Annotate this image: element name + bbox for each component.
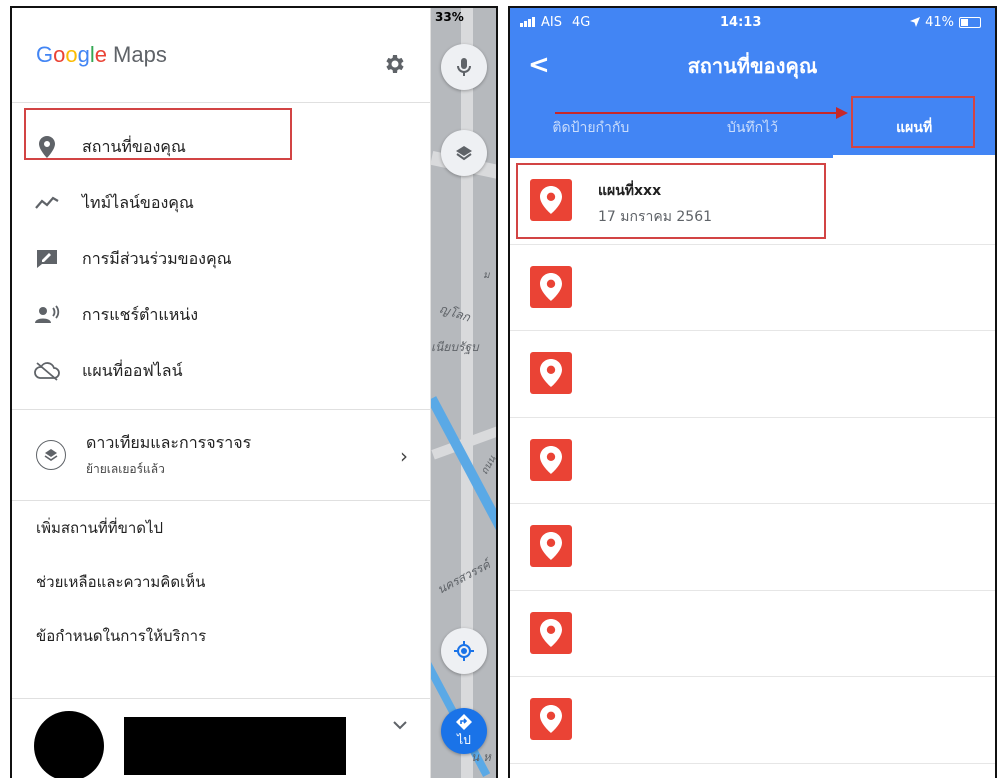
left-screenshot: 33% ญโลก เนียบรัฐบ นครสวรรค์ ม ถนน น ห ไ… — [10, 6, 498, 778]
navigation-drawer: GoogleMaps สถานที่ของคุณ ไทม์ไลน์ของคุณ — [12, 8, 431, 778]
tab-saved[interactable]: บันทึกไว้ — [672, 98, 834, 158]
menu-item-your-contributions[interactable]: การมีส่วนร่วมของคุณ — [12, 231, 430, 287]
directions-icon — [456, 713, 472, 730]
satellite-traffic-row[interactable]: ดาวเทียมและการจราจร ย้ายเลเยอร์แล้ว › — [12, 409, 430, 501]
battery-percent: 41% — [925, 14, 954, 30]
voice-search-button[interactable] — [441, 44, 487, 90]
map-label: เนียบรัฐบ — [431, 340, 479, 354]
chevron-right-icon: › — [400, 444, 408, 468]
my-location-icon — [454, 641, 474, 661]
annotation-arrow — [555, 112, 840, 114]
google-maps-logo: Google Maps — [36, 42, 167, 67]
go-label: ไป — [457, 732, 471, 747]
link-add-missing-place[interactable]: เพิ่มสถานที่ที่ขาดไป — [12, 501, 430, 555]
contributions-icon — [34, 246, 60, 272]
carrier-info: AIS 4G — [520, 15, 590, 30]
tab-labeled[interactable]: ติดป้ายกำกับ — [510, 98, 672, 158]
list-item[interactable] — [510, 245, 995, 331]
map-label: ถนน — [479, 454, 498, 477]
location-arrow-icon — [910, 17, 921, 27]
menu-item-label: การมีส่วนร่วมของคุณ — [82, 248, 232, 268]
battery-status: 41% — [910, 15, 981, 30]
link-help-feedback[interactable]: ช่วยเหลือและความคิดเห็น — [12, 555, 430, 609]
signal-bars-icon — [520, 17, 535, 27]
layers-circle-icon — [36, 440, 66, 470]
highlight-box-maps-tab — [851, 96, 975, 148]
map-pin-icon — [530, 352, 572, 394]
menu-item-your-timeline[interactable]: ไทม์ไลน์ของคุณ — [12, 175, 430, 231]
battery-icon — [959, 16, 981, 28]
account-footer — [12, 698, 431, 778]
map-background[interactable]: 33% ญโลก เนียบรัฐบ นครสวรรค์ ม ถนน น ห ไ… — [431, 8, 498, 778]
avatar[interactable] — [34, 711, 104, 778]
list-item[interactable] — [510, 418, 995, 504]
timeline-icon — [34, 190, 60, 216]
status-bar: AIS 4G 14:13 41% — [510, 8, 995, 36]
annotation-arrowhead — [836, 107, 848, 119]
network-type: 4G — [571, 14, 591, 30]
drawer-header: Google Maps — [12, 8, 430, 103]
layer-title: ดาวเทียมและการจราจร — [86, 433, 252, 452]
gear-icon — [386, 55, 404, 73]
app-bar: AIS 4G 14:13 41% < สถานที่ของคุณ ติดป้าย… — [510, 8, 995, 158]
list-item[interactable] — [510, 504, 995, 591]
account-switcher-button[interactable] — [393, 715, 407, 734]
map-pin-icon — [530, 265, 572, 308]
directions-go-button[interactable]: ไป — [441, 708, 487, 754]
map-pin-icon — [530, 438, 572, 481]
map-pin-icon — [530, 698, 572, 740]
list-item[interactable] — [510, 331, 995, 418]
map-pin-icon — [530, 525, 572, 567]
list-item[interactable] — [510, 591, 995, 677]
right-screenshot: AIS 4G 14:13 41% < สถานที่ของคุณ ติดป้าย… — [508, 6, 997, 778]
account-name-redacted — [124, 717, 346, 775]
location-sharing-icon — [34, 302, 60, 328]
menu-item-location-sharing[interactable]: การแชร์ตำแหน่ง — [12, 287, 430, 343]
back-button[interactable]: < — [528, 50, 550, 80]
status-battery-text: 33% — [435, 10, 464, 24]
layer-subtitle: ย้ายเลเยอร์แล้ว — [86, 462, 165, 476]
my-location-button[interactable] — [441, 628, 487, 674]
menu-item-label: การแชร์ตำแหน่ง — [82, 304, 199, 324]
title-bar: < สถานที่ของคุณ — [510, 36, 995, 96]
highlight-box-map-item — [516, 163, 826, 239]
layers-button[interactable] — [441, 130, 487, 176]
map-label: ม — [483, 270, 490, 281]
page-title: สถานที่ของคุณ — [687, 54, 818, 78]
offline-cloud-icon — [34, 358, 60, 384]
settings-button[interactable] — [382, 52, 406, 76]
link-terms-of-service[interactable]: ข้อกำหนดในการให้บริการ — [12, 609, 430, 663]
menu-item-label: ไทม์ไลน์ของคุณ — [82, 192, 194, 212]
menu-item-label: แผนที่ออฟไลน์ — [82, 360, 183, 380]
menu-item-offline-maps[interactable]: แผนที่ออฟไลน์ — [12, 343, 430, 399]
chevron-down-icon — [393, 721, 407, 730]
highlight-box-your-places — [24, 108, 292, 160]
map-pin-icon — [530, 611, 572, 654]
list-item[interactable] — [510, 677, 995, 764]
microphone-icon — [457, 58, 471, 76]
status-time: 14:13 — [720, 14, 762, 30]
layers-icon — [456, 146, 472, 161]
list-item[interactable]: แผนที่xxx 17 มกราคม 2561 — [510, 158, 995, 245]
map-list: แผนที่xxx 17 มกราคม 2561 — [510, 158, 995, 764]
carrier-name: AIS — [541, 14, 562, 30]
